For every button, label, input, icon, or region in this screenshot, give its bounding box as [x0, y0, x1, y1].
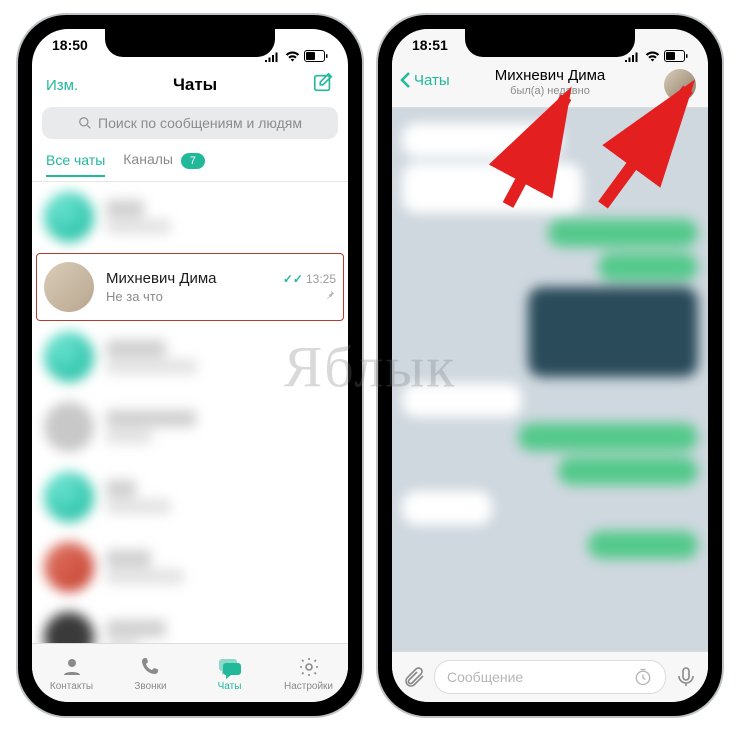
list-item[interactable]: xxxxxxxxxxxxx — [32, 602, 348, 644]
avatar[interactable] — [44, 262, 94, 312]
input-placeholder: Сообщение — [447, 669, 523, 685]
gear-icon — [297, 655, 321, 679]
message-out[interactable] — [558, 457, 698, 485]
list-item[interactable]: xxxxxxxxxxxxxxxxxxxxxx — [32, 322, 348, 392]
timer-icon[interactable] — [633, 667, 653, 687]
list-item[interactable]: xxxxxxxxxxxxxxxxxxx — [32, 392, 348, 462]
message-out[interactable] — [548, 219, 698, 247]
phone-icon — [139, 655, 163, 679]
message-in[interactable] — [402, 491, 492, 525]
message-media[interactable] — [528, 287, 698, 377]
chat-time: ✓✓ 13:25 — [283, 272, 336, 286]
tabbar-settings[interactable]: Настройки — [269, 644, 348, 702]
search-placeholder: Поиск по сообщениям и людям — [98, 115, 302, 131]
compose-button[interactable] — [312, 72, 334, 99]
message-out[interactable] — [598, 253, 698, 281]
list-item[interactable]: xxxxxxxxxxxxxx — [32, 462, 348, 532]
list-item-highlighted[interactable]: Михневич Дима ✓✓ 13:25 Не за что — [32, 252, 348, 322]
phone-frame-right: 18:51 Чаты Михневич Дима был(а) недавно — [378, 15, 722, 716]
message-out[interactable] — [518, 423, 698, 451]
chat-list[interactable]: xxxxxxxxxxxxxxx Михневич Дима ✓✓ 13:25 — [32, 182, 348, 644]
message-in[interactable] — [402, 383, 522, 417]
list-item[interactable]: xxxxxxxxxxxxxxx — [32, 182, 348, 252]
search-input[interactable]: Поиск по сообщениям и людям — [42, 107, 338, 139]
notch — [465, 29, 635, 57]
message-out[interactable] — [588, 531, 698, 559]
status-time: 18:50 — [52, 37, 88, 75]
search-icon — [78, 116, 92, 130]
screen-chats: 18:50 Изм. Чаты Поиск по сообщениям и лю… — [32, 29, 348, 702]
phone-frame-left: 18:50 Изм. Чаты Поиск по сообщениям и лю… — [18, 15, 362, 716]
pin-icon — [324, 289, 336, 304]
annotation-arrow — [488, 85, 588, 215]
tab-all-chats[interactable]: Все чаты — [46, 152, 105, 176]
attach-icon[interactable] — [402, 665, 426, 689]
message-input-bar: Сообщение — [392, 651, 708, 702]
chat-scope-tabs: Все чаты Каналы 7 — [32, 147, 348, 182]
tabbar-calls[interactable]: Звонки — [111, 644, 190, 702]
chats-icon — [218, 655, 242, 679]
read-checks-icon: ✓✓ — [283, 272, 303, 286]
annotation-arrow — [593, 75, 703, 215]
tab-bar: Контакты Звонки Чаты Настройки — [32, 643, 348, 702]
tab-channels[interactable]: Каналы 7 — [123, 151, 205, 177]
page-title: Чаты — [173, 75, 217, 95]
status-time: 18:51 — [412, 37, 448, 75]
channels-badge: 7 — [181, 153, 205, 169]
tabbar-chats[interactable]: Чаты — [190, 644, 269, 702]
chat-name: Михневич Дима — [106, 270, 217, 287]
tabbar-contacts[interactable]: Контакты — [32, 644, 111, 702]
mic-icon[interactable] — [674, 665, 698, 689]
notch — [105, 29, 275, 57]
contacts-icon — [60, 655, 84, 679]
message-input[interactable]: Сообщение — [434, 660, 666, 694]
chat-preview: Не за что — [106, 289, 163, 304]
edit-button[interactable]: Изм. — [46, 77, 78, 94]
list-item[interactable]: xxxxxxxxxxxxxxxxxx — [32, 532, 348, 602]
